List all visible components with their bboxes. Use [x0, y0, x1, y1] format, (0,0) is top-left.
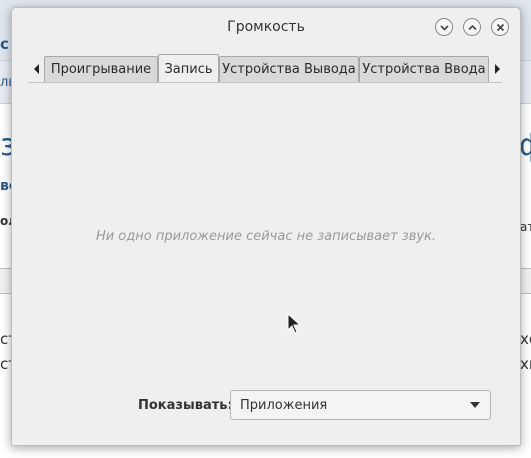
- tab-divider: [28, 82, 502, 83]
- mouse-cursor-icon: [287, 313, 302, 334]
- tab-scroll-right-button[interactable]: [491, 58, 503, 80]
- dropdown-arrow-icon: [470, 402, 480, 408]
- chevron-up-icon: [468, 24, 477, 31]
- bg-fragment-10: хо: [520, 330, 531, 348]
- bg-fragment-1: с: [0, 35, 9, 53]
- close-icon: [496, 23, 505, 32]
- maximize-button[interactable]: [463, 18, 481, 36]
- empty-state-message: Ни одно приложение сейчас не записывает …: [95, 229, 437, 244]
- bg-fragment-9: ат: [520, 220, 531, 234]
- tab-output-devices[interactable]: Устройства Вывода: [219, 56, 359, 82]
- tab-input-devices[interactable]: Устройства Ввода: [359, 56, 489, 82]
- tab-scroll-left-button[interactable]: [31, 58, 43, 80]
- volume-dialog: Громкость Проигрывание Запись Устройства…: [11, 7, 521, 446]
- chevron-down-icon: [440, 25, 449, 31]
- tab-playback[interactable]: Проигрывание: [44, 56, 158, 82]
- close-button[interactable]: [491, 18, 509, 36]
- triangle-right-icon: [495, 64, 500, 74]
- bg-fragment-11: хн: [520, 355, 531, 373]
- show-label: Показывать:: [138, 398, 233, 413]
- tab-recording[interactable]: Запись: [158, 54, 219, 83]
- title-bar[interactable]: Громкость: [12, 8, 520, 48]
- minimize-button[interactable]: [435, 18, 453, 36]
- show-dropdown-value: Приложения: [240, 398, 328, 413]
- triangle-left-icon: [34, 64, 39, 74]
- show-dropdown[interactable]: Приложения: [230, 390, 491, 420]
